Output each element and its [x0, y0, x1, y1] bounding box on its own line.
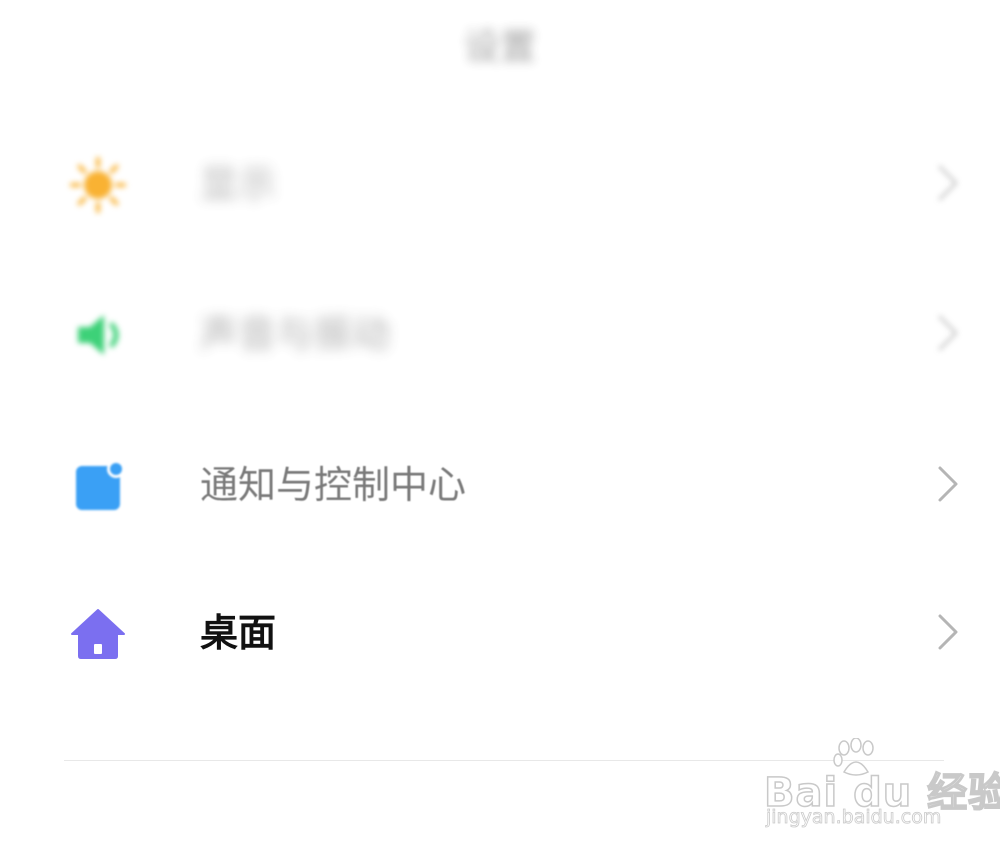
chevron-right-icon [932, 162, 962, 204]
settings-item-label: 显示 [200, 162, 277, 206]
watermark-url: jingyan.baidu.com [766, 806, 942, 829]
chevron-right-icon [932, 312, 962, 354]
watermark: Bai du 经验 jingyan.baidu.com [760, 737, 1000, 838]
settings-item-sound[interactable]: 声音与振动 [0, 282, 1000, 382]
settings-item-label: 声音与振动 [200, 312, 391, 356]
chevron-right-icon [932, 611, 962, 653]
home-icon [68, 604, 128, 664]
settings-item-notifications[interactable]: 通知与控制中心 [0, 433, 1000, 533]
page-title: 设置 [463, 27, 536, 68]
notification-square-icon [68, 456, 128, 516]
settings-item-desktop[interactable]: 桌面 [0, 581, 1000, 681]
settings-item-label: 桌面 [200, 611, 277, 655]
speaker-volume-icon [68, 305, 128, 365]
chevron-right-icon [932, 463, 962, 505]
header-bar: 设置 [0, 0, 1000, 90]
settings-item-label: 通知与控制中心 [200, 463, 467, 507]
settings-item-display[interactable]: 显示 [0, 132, 1000, 232]
brightness-sun-icon [68, 155, 128, 215]
